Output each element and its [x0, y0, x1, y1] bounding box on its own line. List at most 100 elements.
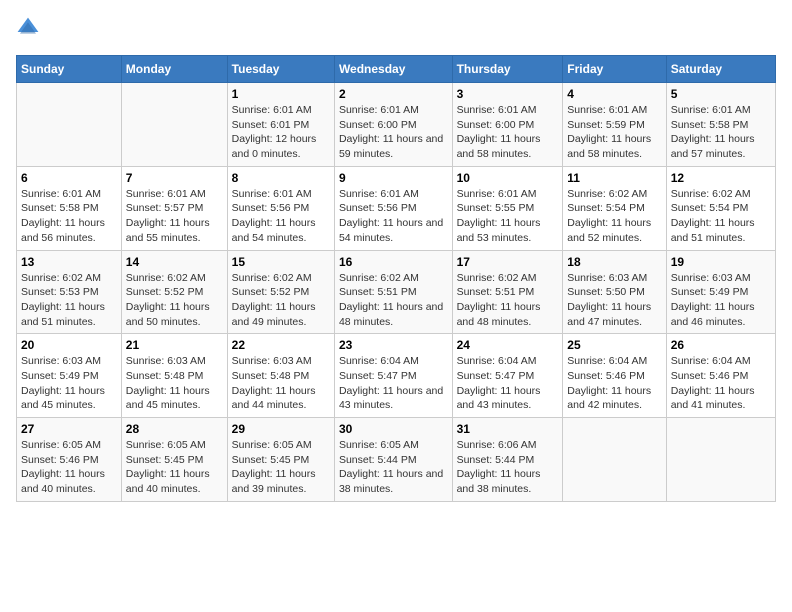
calendar-cell: 16Sunrise: 6:02 AMSunset: 5:51 PMDayligh…	[334, 250, 452, 334]
week-row-1: 1Sunrise: 6:01 AMSunset: 6:01 PMDaylight…	[17, 83, 776, 167]
day-number: 30	[339, 422, 448, 436]
day-info: Sunrise: 6:02 AMSunset: 5:53 PMDaylight:…	[21, 271, 117, 330]
day-number: 7	[126, 171, 223, 185]
day-info: Sunrise: 6:04 AMSunset: 5:47 PMDaylight:…	[339, 354, 448, 413]
calendar-cell: 10 Sunrise: 6:01 AMSunset: 5:55 PMDayligh…	[452, 166, 563, 250]
day-info: Sunrise: 6:01 AMSunset: 5:57 PMDaylight:…	[126, 187, 223, 246]
day-info: Sunrise: 6:04 AMSunset: 5:46 PMDaylight:…	[671, 354, 771, 413]
calendar-cell: 4Sunrise: 6:01 AMSunset: 5:59 PMDaylight…	[563, 83, 666, 167]
week-row-4: 20Sunrise: 6:03 AMSunset: 5:49 PMDayligh…	[17, 334, 776, 418]
day-number: 21	[126, 338, 223, 352]
calendar-cell: 30Sunrise: 6:05 AMSunset: 5:44 PMDayligh…	[334, 418, 452, 502]
day-info: Sunrise: 6:02 AMSunset: 5:54 PMDaylight:…	[567, 187, 661, 246]
day-info: Sunrise: 6:01 AMSunset: 5:55 PMDaylight:…	[457, 187, 559, 246]
calendar-cell	[666, 418, 775, 502]
day-number: 5	[671, 87, 771, 101]
calendar-cell: 23 Sunrise: 6:04 AMSunset: 5:47 PMDayligh…	[334, 334, 452, 418]
day-number: 2	[339, 87, 448, 101]
calendar-cell: 14 Sunrise: 6:02 AMSunset: 5:52 PMDayligh…	[121, 250, 227, 334]
calendar-cell: 24 Sunrise: 6:04 AMSunset: 5:47 PMDayligh…	[452, 334, 563, 418]
day-number: 4	[567, 87, 661, 101]
week-row-5: 27 Sunrise: 6:05 AMSunset: 5:46 PMDayligh…	[17, 418, 776, 502]
day-info: Sunrise: 6:03 AMSunset: 5:49 PMDaylight:…	[671, 271, 771, 330]
day-info: Sunrise: 6:05 AMSunset: 5:46 PMDaylight:…	[21, 438, 117, 497]
calendar-cell: 1Sunrise: 6:01 AMSunset: 6:01 PMDaylight…	[227, 83, 334, 167]
week-row-2: 6 Sunrise: 6:01 AMSunset: 5:58 PMDaylight…	[17, 166, 776, 250]
day-info: Sunrise: 6:02 AMSunset: 5:52 PMDaylight:…	[126, 271, 223, 330]
calendar-cell: 29 Sunrise: 6:05 AMSunset: 5:45 PMDayligh…	[227, 418, 334, 502]
day-number: 23	[339, 338, 448, 352]
day-info: Sunrise: 6:03 AMSunset: 5:48 PMDaylight:…	[126, 354, 223, 413]
calendar-cell	[563, 418, 666, 502]
calendar-cell: 27 Sunrise: 6:05 AMSunset: 5:46 PMDayligh…	[17, 418, 122, 502]
day-number: 13	[21, 255, 117, 269]
week-row-3: 13 Sunrise: 6:02 AMSunset: 5:53 PMDayligh…	[17, 250, 776, 334]
calendar-cell: 20Sunrise: 6:03 AMSunset: 5:49 PMDayligh…	[17, 334, 122, 418]
calendar-cell: 28 Sunrise: 6:05 AMSunset: 5:45 PMDayligh…	[121, 418, 227, 502]
day-number: 6	[21, 171, 117, 185]
day-number: 12	[671, 171, 771, 185]
day-number: 27	[21, 422, 117, 436]
day-number: 25	[567, 338, 661, 352]
day-info: Sunrise: 6:01 AMSunset: 5:58 PMDaylight:…	[21, 187, 117, 246]
day-info: Sunrise: 6:02 AMSunset: 5:54 PMDaylight:…	[671, 187, 771, 246]
day-info: Sunrise: 6:06 AMSunset: 5:44 PMDaylight:…	[457, 438, 559, 497]
day-info: Sunrise: 6:01 AMSunset: 6:00 PMDaylight:…	[457, 103, 559, 162]
day-number: 28	[126, 422, 223, 436]
day-number: 24	[457, 338, 559, 352]
day-number: 11	[567, 171, 661, 185]
header-cell-friday: Friday	[563, 56, 666, 83]
calendar-cell: 22 Sunrise: 6:03 AMSunset: 5:48 PMDayligh…	[227, 334, 334, 418]
day-number: 19	[671, 255, 771, 269]
day-number: 14	[126, 255, 223, 269]
day-info: Sunrise: 6:02 AMSunset: 5:51 PMDaylight:…	[457, 271, 559, 330]
day-number: 3	[457, 87, 559, 101]
calendar-cell: 11 Sunrise: 6:02 AMSunset: 5:54 PMDayligh…	[563, 166, 666, 250]
day-info: Sunrise: 6:01 AMSunset: 5:56 PMDaylight:…	[232, 187, 330, 246]
day-info: Sunrise: 6:04 AMSunset: 5:47 PMDaylight:…	[457, 354, 559, 413]
calendar-cell: 6 Sunrise: 6:01 AMSunset: 5:58 PMDaylight…	[17, 166, 122, 250]
logo	[16, 16, 44, 45]
header-cell-monday: Monday	[121, 56, 227, 83]
calendar-cell: 9 Sunrise: 6:01 AMSunset: 5:56 PMDaylight…	[334, 166, 452, 250]
calendar-cell: 19 Sunrise: 6:03 AMSunset: 5:49 PMDayligh…	[666, 250, 775, 334]
calendar-cell: 7 Sunrise: 6:01 AMSunset: 5:57 PMDaylight…	[121, 166, 227, 250]
day-info: Sunrise: 6:01 AMSunset: 5:58 PMDaylight:…	[671, 103, 771, 162]
day-number: 9	[339, 171, 448, 185]
day-info: Sunrise: 6:02 AMSunset: 5:51 PMDaylight:…	[339, 271, 448, 330]
calendar-cell: 8Sunrise: 6:01 AMSunset: 5:56 PMDaylight…	[227, 166, 334, 250]
calendar-cell	[121, 83, 227, 167]
calendar-cell: 3 Sunrise: 6:01 AMSunset: 6:00 PMDaylight…	[452, 83, 563, 167]
calendar-cell: 12 Sunrise: 6:02 AMSunset: 5:54 PMDayligh…	[666, 166, 775, 250]
day-number: 22	[232, 338, 330, 352]
day-info: Sunrise: 6:05 AMSunset: 5:45 PMDaylight:…	[232, 438, 330, 497]
day-info: Sunrise: 6:02 AMSunset: 5:52 PMDaylight:…	[232, 271, 330, 330]
day-info: Sunrise: 6:05 AMSunset: 5:45 PMDaylight:…	[126, 438, 223, 497]
day-number: 1	[232, 87, 330, 101]
header	[16, 16, 776, 45]
calendar-table: SundayMondayTuesdayWednesdayThursdayFrid…	[16, 55, 776, 502]
header-cell-tuesday: Tuesday	[227, 56, 334, 83]
calendar-cell: 26Sunrise: 6:04 AMSunset: 5:46 PMDayligh…	[666, 334, 775, 418]
header-cell-wednesday: Wednesday	[334, 56, 452, 83]
header-cell-saturday: Saturday	[666, 56, 775, 83]
calendar-cell: 21 Sunrise: 6:03 AMSunset: 5:48 PMDayligh…	[121, 334, 227, 418]
day-number: 29	[232, 422, 330, 436]
logo-icon	[16, 16, 40, 40]
day-info: Sunrise: 6:03 AMSunset: 5:49 PMDaylight:…	[21, 354, 117, 413]
calendar-cell: 18Sunrise: 6:03 AMSunset: 5:50 PMDayligh…	[563, 250, 666, 334]
day-number: 18	[567, 255, 661, 269]
day-info: Sunrise: 6:03 AMSunset: 5:48 PMDaylight:…	[232, 354, 330, 413]
header-cell-sunday: Sunday	[17, 56, 122, 83]
day-number: 31	[457, 422, 559, 436]
calendar-cell: 5 Sunrise: 6:01 AMSunset: 5:58 PMDaylight…	[666, 83, 775, 167]
calendar-cell: 25Sunrise: 6:04 AMSunset: 5:46 PMDayligh…	[563, 334, 666, 418]
day-info: Sunrise: 6:01 AMSunset: 5:56 PMDaylight:…	[339, 187, 448, 246]
day-number: 17	[457, 255, 559, 269]
header-row: SundayMondayTuesdayWednesdayThursdayFrid…	[17, 56, 776, 83]
calendar-cell: 2 Sunrise: 6:01 AMSunset: 6:00 PMDaylight…	[334, 83, 452, 167]
day-number: 10	[457, 171, 559, 185]
day-info: Sunrise: 6:01 AMSunset: 6:00 PMDaylight:…	[339, 103, 448, 162]
calendar-cell: 15Sunrise: 6:02 AMSunset: 5:52 PMDayligh…	[227, 250, 334, 334]
calendar-cell: 31 Sunrise: 6:06 AMSunset: 5:44 PMDayligh…	[452, 418, 563, 502]
